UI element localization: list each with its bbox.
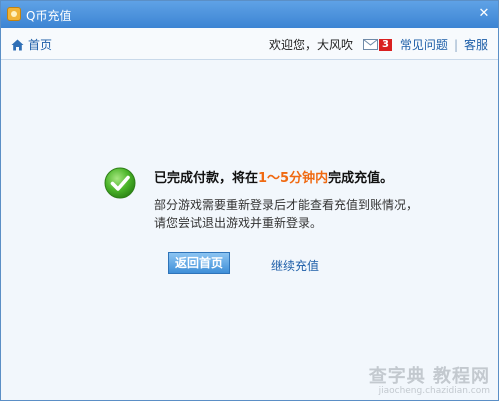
- window-title: Q币充值: [26, 9, 72, 23]
- message-line-1: 部分游戏需要重新登录后才能查看充值到账情况，: [154, 198, 419, 212]
- nav-separator: |: [453, 37, 458, 52]
- title-prefix: 已完成付款，将在: [154, 171, 259, 186]
- home-icon: [11, 39, 24, 50]
- recharge-window: Q币充值 ✕ 首页 欢迎您，大风吹 3 常见问题 | 客服 已完成付款，将在1～…: [0, 0, 499, 401]
- watermark-sub: jiaocheng.chazidian.com: [378, 386, 490, 396]
- title-highlight: 1～5分钟内: [258, 171, 329, 186]
- message-line-2: 请您尝试退出游戏并重新登录。: [154, 216, 323, 230]
- customer-service-link[interactable]: 客服: [464, 36, 488, 53]
- mail-icon: [362, 39, 378, 50]
- continue-recharge-link[interactable]: 继续充值: [271, 257, 319, 274]
- coin-bag-icon: [7, 7, 21, 21]
- close-icon[interactable]: ✕: [476, 6, 492, 22]
- success-message-title: 已完成付款，将在1～5分钟内完成充值。: [154, 167, 393, 186]
- check-circle-icon: [104, 167, 136, 199]
- back-home-button[interactable]: 返回首页: [168, 252, 230, 274]
- watermark: 查字典 教程网 jiaocheng.chazidian.com: [369, 362, 490, 396]
- mail-count-badge: 3: [378, 38, 392, 51]
- title-bar: Q币充值 ✕: [1, 1, 498, 28]
- watermark-main: 查字典 教程网: [368, 366, 490, 387]
- home-link[interactable]: 首页: [11, 36, 52, 53]
- mail-button[interactable]: 3: [362, 38, 392, 51]
- nav-right: 欢迎您，大风吹 3 常见问题 | 客服: [269, 36, 488, 53]
- nav-bar: 首页 欢迎您，大风吹 3 常见问题 | 客服: [1, 28, 498, 60]
- faq-link[interactable]: 常见问题: [400, 36, 448, 53]
- title-suffix: 完成充值。: [328, 171, 394, 186]
- welcome-text: 欢迎您，大风吹: [268, 38, 353, 52]
- home-label: 首页: [28, 38, 53, 52]
